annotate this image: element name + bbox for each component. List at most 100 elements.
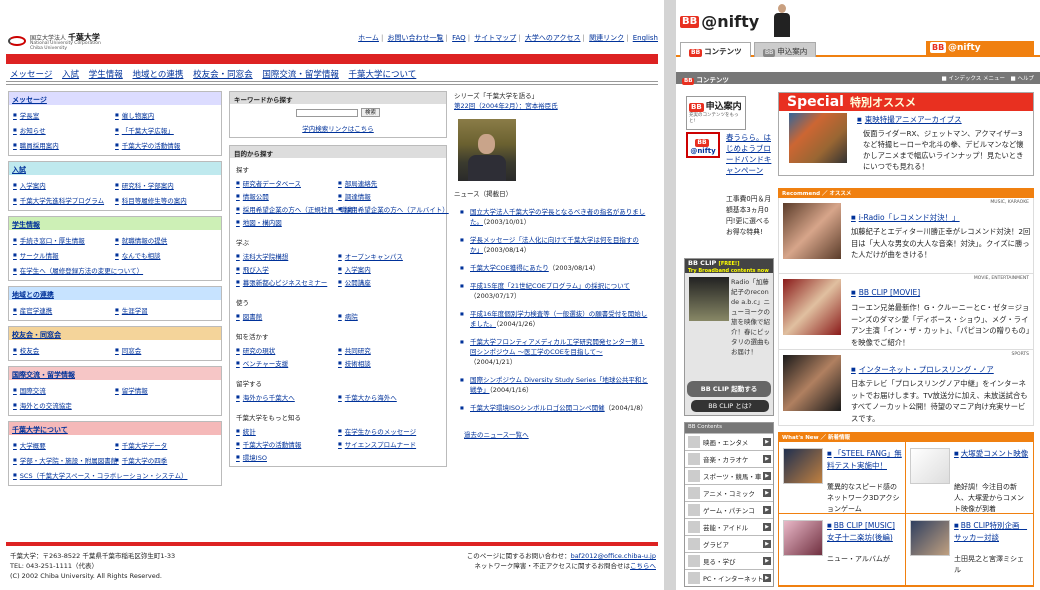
purpose-link[interactable]: 幕張新都心ビジネスセミナー <box>236 276 338 289</box>
recommend-title-link[interactable]: BB CLIP [MOVIE] <box>851 288 920 297</box>
bb-clip-launch-button[interactable]: BB CLIP 起動する <box>687 381 771 397</box>
purpose-link[interactable]: 部局連絡先 <box>338 177 440 190</box>
topnav-contact[interactable]: お問い合わせ一覧 <box>388 34 444 42</box>
sidebar-link[interactable]: 校友会 <box>13 343 115 358</box>
sidebar-link[interactable]: 産官学連携 <box>13 303 115 318</box>
contents-menu-item[interactable]: 映画・エンタメ ▶ <box>685 433 773 450</box>
bb-clip-about-button[interactable]: BB CLIP とは? <box>691 400 769 412</box>
mainnav-student[interactable]: 学生情報 <box>89 70 123 80</box>
sidebar-box-title[interactable]: メッセージ <box>9 92 221 105</box>
whats-new-photo[interactable] <box>783 520 823 556</box>
sidebar-link[interactable]: 手続き窓口・厚生情報 <box>13 233 115 248</box>
purpose-link[interactable]: 技術相談 <box>338 357 440 370</box>
topnav-access[interactable]: 大学へのアクセス <box>525 34 581 42</box>
purpose-link[interactable]: 法科大学院構想 <box>236 250 338 263</box>
past-news-link[interactable]: 過去のニュース一覧へ <box>464 431 529 439</box>
purpose-link[interactable]: 地図・構内図 <box>236 216 338 229</box>
sidebar-link[interactable]: 生涯学習 <box>115 303 217 318</box>
keyword-input[interactable] <box>295 108 358 117</box>
sidebar-link[interactable]: 就職情報の提供 <box>115 233 217 248</box>
recommend-title-link[interactable]: インターネット・プロレスリング・ノア <box>851 364 994 375</box>
sidebar-link[interactable]: 同窓会 <box>115 343 217 358</box>
sidebar-link[interactable]: 海外との交流協定 <box>13 398 115 413</box>
purpose-link[interactable]: 入学案内 <box>338 263 440 276</box>
recommend-photo[interactable] <box>783 355 841 411</box>
sidebar-box-title[interactable]: 地域との連携 <box>9 287 221 300</box>
speaker-photo[interactable] <box>458 119 516 181</box>
sidebar-link[interactable]: 国際交流 <box>13 383 115 398</box>
whats-new-link[interactable]: BB CLIP [MUSIC] 女子十二楽坊(後編) <box>827 520 903 543</box>
bb-clip-photo[interactable] <box>689 277 729 321</box>
contents-menu-item[interactable]: スポーツ・競馬・車 ▶ <box>685 467 773 484</box>
purpose-link[interactable]: サイエンスプロムナード <box>338 438 440 451</box>
whats-new-link[interactable]: 「STEEL FANG」無料テスト実施中！ <box>827 448 903 471</box>
whats-new-photo[interactable] <box>783 448 823 484</box>
recommend-title-link[interactable]: i-Radio「レコメンド対決！」 <box>851 212 960 223</box>
sidebar-link[interactable]: 催し物案内 <box>115 108 217 123</box>
sidebar-link[interactable]: 学部・大学院・施設・附属図書館 <box>13 453 118 468</box>
contents-menu-item[interactable]: グラビア ▶ <box>685 535 773 552</box>
topnav-english[interactable]: English <box>633 34 658 42</box>
purpose-link[interactable]: 統計 <box>236 425 338 438</box>
topnav-faq[interactable]: FAQ <box>452 34 466 42</box>
sidebar-box-title[interactable]: 学生情報 <box>9 217 221 230</box>
purpose-link[interactable]: 採用希望企業の方へ（アルバイト） <box>338 203 449 216</box>
purpose-link[interactable]: 千葉大から海外へ <box>338 391 440 404</box>
purpose-link[interactable]: 千葉大学の活動情報 <box>236 438 338 451</box>
whats-new-photo[interactable] <box>910 520 950 556</box>
sidebar-link[interactable]: 在学生へ（履修登録方法の変更について） <box>13 263 217 278</box>
purpose-link[interactable]: 図書館 <box>236 310 338 323</box>
spring-campaign-link[interactable]: 春うらら。はじめようブロードバンドキャンペーン <box>726 132 774 176</box>
campus-search-link[interactable]: 学内検索リンクはこちら <box>302 125 374 133</box>
sidebar-link[interactable]: 研究科・学部案内 <box>115 178 217 193</box>
sidebar-link[interactable]: 「千葉大学広報」 <box>115 123 217 138</box>
sidebar-box-title[interactable]: 国際交流・留学情報 <box>9 367 221 380</box>
topnav-sitemap[interactable]: サイトマップ <box>474 34 516 42</box>
purpose-link[interactable]: オープンキャンパス <box>338 250 440 263</box>
news-link[interactable]: 平成15年度「21世紀COEプログラム」の採択について <box>470 282 630 290</box>
contents-menu-item[interactable]: ゲーム・パチンコ ▶ <box>685 501 773 518</box>
purpose-link[interactable]: 情報公開 <box>236 190 338 203</box>
sidebar-link[interactable]: 千葉大学の四季 <box>115 453 217 468</box>
purpose-link[interactable]: 研究者データベース <box>236 177 338 190</box>
contents-menu-item[interactable]: 見る・学び ▶ <box>685 552 773 569</box>
application-banner[interactable]: BB 申込案内 充実のコンテンツをもっと! <box>686 96 746 130</box>
purpose-link[interactable]: 病院 <box>338 310 440 323</box>
nifty-logo[interactable]: BB @nifty <box>680 12 759 31</box>
sidebar-link[interactable]: 大学概要 <box>13 438 115 453</box>
sidebar-link[interactable]: SCS（千葉大学スペース・コラボレーション・システム） <box>13 468 217 483</box>
mainnav-region[interactable]: 地域との連携 <box>132 70 183 80</box>
purpose-link[interactable]: 調達情報 <box>338 190 440 203</box>
mainnav-message[interactable]: メッセージ <box>10 70 52 80</box>
contents-menu-item[interactable]: 芸能・アイドル ▶ <box>685 518 773 535</box>
news-link[interactable]: 千葉大学COE獲得にあたり <box>470 264 549 272</box>
sidebar-link[interactable]: 職員採用案内 <box>13 138 115 153</box>
mainnav-admission[interactable]: 入試 <box>62 70 79 80</box>
sidebar-box-title[interactable]: 千葉大学について <box>9 422 221 435</box>
contact-mail-link[interactable]: baf2012@office.chiba-u.jp <box>571 552 656 560</box>
contents-menu-item[interactable]: アニメ・コミック ▶ <box>685 484 773 501</box>
purpose-link[interactable]: 飛び入学 <box>236 263 338 276</box>
whats-new-link[interactable]: 大塚愛コメント映像 <box>954 448 1030 460</box>
recommend-photo[interactable] <box>783 279 841 335</box>
news-link[interactable]: 千葉大学フロンティアメディカル工学研究開発センター第１回シンポジウム 〜医工学の… <box>470 338 644 356</box>
purpose-link[interactable]: 在学生からのメッセージ <box>338 425 440 438</box>
topnav-home[interactable]: ホーム <box>358 34 379 42</box>
sidebar-link[interactable]: 千葉大学の活動情報 <box>115 138 217 153</box>
special-item-link[interactable]: 東映特撮アニメアーカイブス <box>857 115 962 125</box>
special-photo[interactable] <box>789 113 847 163</box>
sidebar-link[interactable]: 入学案内 <box>13 178 115 193</box>
tab-contents[interactable]: BB コンテンツ <box>680 42 751 57</box>
sidebar-link[interactable]: お知らせ <box>13 123 115 138</box>
news-link[interactable]: 千葉大学環境ISOシンボルロゴ公開コンペ開催 <box>470 404 605 412</box>
series-issue-link[interactable]: 第22回（2004年2月）：宮本裕臣氏 <box>454 101 658 111</box>
network-link[interactable]: こちらへ <box>630 562 656 570</box>
sidebar-link[interactable]: 千葉大学先進科学プログラム <box>13 193 115 208</box>
purpose-link[interactable]: 海外から千葉大へ <box>236 391 338 404</box>
sidebar-link[interactable]: 留学情報 <box>115 383 217 398</box>
purpose-link[interactable]: 共同研究 <box>338 344 440 357</box>
sidebar-link[interactable]: なんでも相談 <box>115 248 217 263</box>
purpose-link[interactable]: 採用希望企業の方へ（正規社員・職員） <box>236 203 360 216</box>
whats-new-link[interactable]: BB CLIP特別企画 サッカー対談 <box>954 520 1030 543</box>
sidebar-box-title[interactable]: 入試 <box>9 162 221 175</box>
